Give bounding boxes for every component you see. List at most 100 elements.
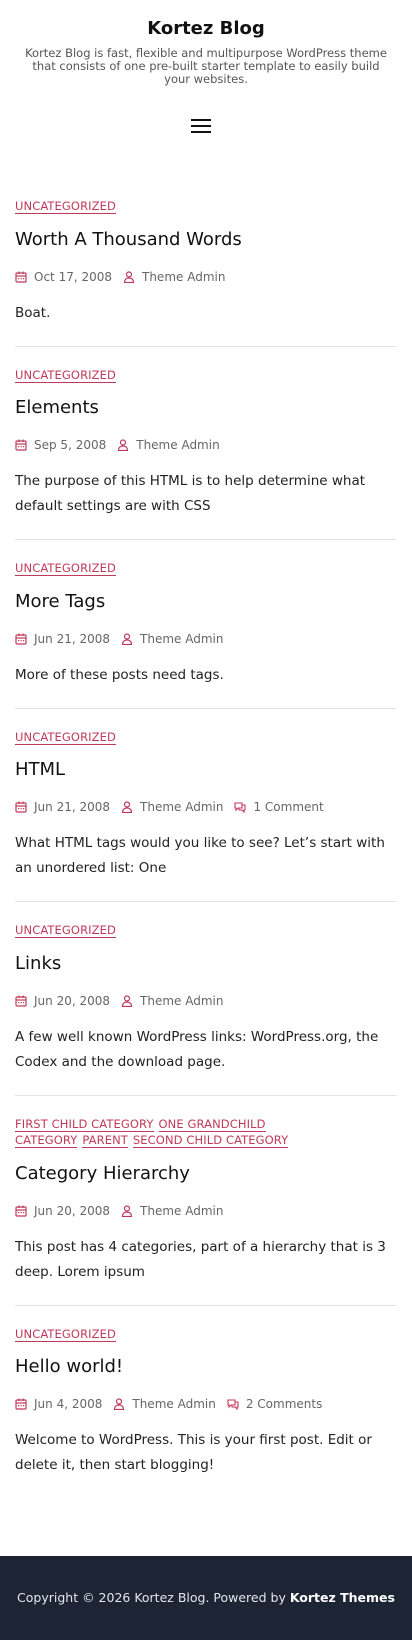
category-link[interactable]: UNCATEGORIZED xyxy=(15,923,116,938)
category-link[interactable]: UNCATEGORIZED xyxy=(15,1326,116,1342)
post-author[interactable]: Theme Admin xyxy=(113,1397,216,1411)
post-author-text: Theme Admin xyxy=(142,269,226,284)
post-title[interactable]: Category Hierarchy xyxy=(15,1163,397,1185)
user-icon xyxy=(123,270,142,283)
post-list: UNCATEGORIZED Worth A Thousand Words Oct 1… xyxy=(15,178,397,1498)
post-meta: Jun 20, 2008 Theme Admin xyxy=(15,1203,397,1219)
post-meta: Jun 21, 2008 Theme Admin 1 Comment xyxy=(15,799,397,815)
post-categories: UNCATEGORIZED xyxy=(15,902,397,939)
post-categories: FIRST CHILD CATEGORY ONE GRANDCHILD CATEG… xyxy=(15,1096,397,1149)
post-meta: Sep 5, 2008 Theme Admin xyxy=(15,437,397,453)
post-author[interactable]: Theme Admin xyxy=(121,1204,223,1218)
post-title[interactable]: Worth A Thousand Words xyxy=(15,229,397,251)
post-author[interactable]: Theme Admin xyxy=(123,270,225,284)
post-date-text: Sep 5, 2008 xyxy=(34,438,107,452)
post-author-text: Theme Admin xyxy=(132,1397,216,1411)
post-author[interactable]: Theme Admin xyxy=(121,994,223,1008)
post-excerpt: More of these posts need tags. xyxy=(15,666,224,683)
post-date-text: Jun 21, 2008 xyxy=(34,800,111,814)
category-link[interactable]: FIRST CHILD CATEGORY xyxy=(15,1116,154,1132)
post-categories: UNCATEGORIZED xyxy=(15,1306,397,1343)
hamburger-menu-icon[interactable] xyxy=(191,119,211,135)
post-author-text: Theme Admin xyxy=(140,993,224,1008)
post-author-text: Theme Admin xyxy=(140,800,224,814)
post-comments-text: 2 Comments xyxy=(245,1397,323,1411)
post-excerpt: Boat. xyxy=(15,304,51,321)
user-icon xyxy=(121,1204,140,1217)
category-link[interactable]: UNCATEGORIZED xyxy=(15,367,116,383)
post-author-text: Theme Admin xyxy=(140,631,224,646)
footer-copyright: Copyright © 2026 Kortez Blog. Powered by xyxy=(17,1590,286,1605)
post-meta: Jun 20, 2008 Theme Admin xyxy=(15,993,397,1009)
post-author-text: Theme Admin xyxy=(140,1203,224,1218)
post-title[interactable]: Links xyxy=(15,953,397,975)
post-excerpt: A few well known WordPress links: WordPr… xyxy=(15,1028,379,1070)
post-date[interactable]: Sep 5, 2008 xyxy=(15,438,106,452)
post-date[interactable]: Jun 21, 2008 xyxy=(15,632,110,646)
post-categories: UNCATEGORIZED xyxy=(15,709,397,746)
category-link[interactable]: PARENT xyxy=(82,1133,128,1148)
post-comments[interactable]: 2 Comments xyxy=(227,1397,323,1411)
post-card: UNCATEGORIZED More Tags Jun 21, 2008 Theme … xyxy=(15,540,397,709)
post-card: UNCATEGORIZED Links Jun 20, 2008 Theme Admi… xyxy=(15,902,397,1096)
calendar-icon xyxy=(15,1398,34,1410)
comment-icon xyxy=(234,801,253,813)
calendar-icon xyxy=(15,439,34,451)
category-link[interactable]: SECOND CHILD CATEGORY xyxy=(132,1133,289,1148)
footer-theme-link[interactable]: Kortez Themes xyxy=(290,1590,395,1605)
post-comments[interactable]: 1 Comment xyxy=(234,800,324,814)
post-date[interactable]: Jun 4, 2008 xyxy=(15,1397,102,1411)
post-date[interactable]: Jun 20, 2008 xyxy=(15,994,110,1008)
user-icon xyxy=(117,439,136,451)
post-meta: Oct 17, 2008 Theme Admin xyxy=(15,269,397,285)
calendar-icon xyxy=(15,995,34,1007)
post-card: FIRST CHILD CATEGORY ONE GRANDCHILD CATEG… xyxy=(15,1096,397,1306)
user-icon xyxy=(121,801,140,813)
post-title[interactable]: Hello world! xyxy=(15,1356,397,1378)
calendar-icon xyxy=(15,1205,34,1217)
post-author[interactable]: Theme Admin xyxy=(117,438,220,452)
post-title[interactable]: Elements xyxy=(15,397,397,419)
category-link[interactable]: UNCATEGORIZED xyxy=(15,561,116,576)
post-date[interactable]: Oct 17, 2008 xyxy=(15,270,112,284)
post-categories: UNCATEGORIZED xyxy=(15,540,397,577)
site-header: Kortez Blog Kortez Blog is fast, flexibl… xyxy=(0,0,412,178)
post-date-text: Oct 17, 2008 xyxy=(34,269,112,284)
site-footer: Copyright © 2026 Kortez Blog. Powered by… xyxy=(0,1556,412,1640)
post-card: UNCATEGORIZED Hello world! Jun 4, 2008 Them… xyxy=(15,1306,397,1499)
post-excerpt: The purpose of this HTML is to help dete… xyxy=(15,473,366,514)
post-date-text: Jun 20, 2008 xyxy=(34,1203,111,1218)
post-meta: Jun 21, 2008 Theme Admin xyxy=(15,631,397,647)
category-link[interactable]: UNCATEGORIZED xyxy=(15,729,116,745)
post-excerpt: What HTML tags would you like to see? Le… xyxy=(15,835,385,876)
calendar-icon xyxy=(15,801,34,813)
post-author-text: Theme Admin xyxy=(136,438,220,452)
post-categories: UNCATEGORIZED xyxy=(15,178,397,215)
post-date-text: Jun 4, 2008 xyxy=(34,1397,103,1411)
post-author[interactable]: Theme Admin xyxy=(121,800,223,814)
site-title[interactable]: Kortez Blog xyxy=(0,18,412,39)
user-icon xyxy=(121,994,140,1007)
post-excerpt: This post has 4 categories, part of a hi… xyxy=(15,1238,386,1280)
post-card: UNCATEGORIZED Elements Sep 5, 2008 Theme Ad… xyxy=(15,347,397,540)
post-comments-text: 1 Comment xyxy=(253,800,324,814)
post-date[interactable]: Jun 21, 2008 xyxy=(15,800,110,814)
site-description: Kortez Blog is fast, flexible and multip… xyxy=(25,46,387,86)
comment-icon xyxy=(227,1398,246,1410)
calendar-icon xyxy=(15,271,34,283)
post-author[interactable]: Theme Admin xyxy=(121,632,223,646)
post-title[interactable]: More Tags xyxy=(15,591,397,613)
post-date[interactable]: Jun 20, 2008 xyxy=(15,1204,110,1218)
post-title[interactable]: HTML xyxy=(15,759,397,781)
post-date-text: Jun 21, 2008 xyxy=(34,631,111,646)
calendar-icon xyxy=(15,633,34,645)
post-excerpt: Welcome to WordPress. This is your first… xyxy=(15,1432,372,1473)
post-card: UNCATEGORIZED HTML Jun 21, 2008 Theme Admin… xyxy=(15,709,397,902)
user-icon xyxy=(113,1398,132,1410)
user-icon xyxy=(121,632,140,645)
category-link[interactable]: UNCATEGORIZED xyxy=(15,199,116,214)
post-card: UNCATEGORIZED Worth A Thousand Words Oct 1… xyxy=(15,178,397,347)
post-categories: UNCATEGORIZED xyxy=(15,347,397,384)
post-meta: Jun 4, 2008 Theme Admin 2 Comments xyxy=(15,1396,397,1412)
post-date-text: Jun 20, 2008 xyxy=(34,993,111,1008)
